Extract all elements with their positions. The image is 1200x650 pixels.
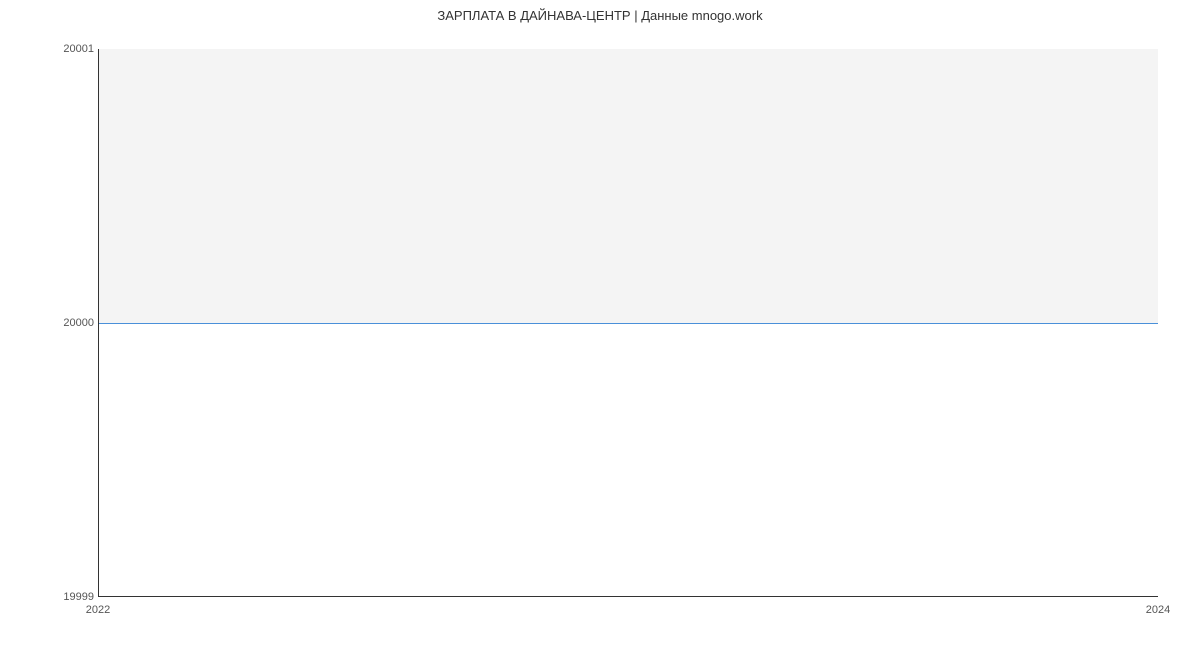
y-tick-label: 20001 <box>34 43 94 55</box>
chart-container: ЗАРПЛАТА В ДАЙНАВА-ЦЕНТР | Данные mnogo.… <box>0 0 1200 650</box>
plot-area <box>98 49 1158 597</box>
area-fill <box>99 49 1158 323</box>
y-tick-label: 20000 <box>34 317 94 329</box>
x-tick-label: 2024 <box>1146 604 1170 616</box>
data-line <box>99 323 1158 324</box>
x-tick-label: 2022 <box>86 604 110 616</box>
y-tick-label: 19999 <box>34 591 94 603</box>
chart-title: ЗАРПЛАТА В ДАЙНАВА-ЦЕНТР | Данные mnogo.… <box>0 8 1200 23</box>
